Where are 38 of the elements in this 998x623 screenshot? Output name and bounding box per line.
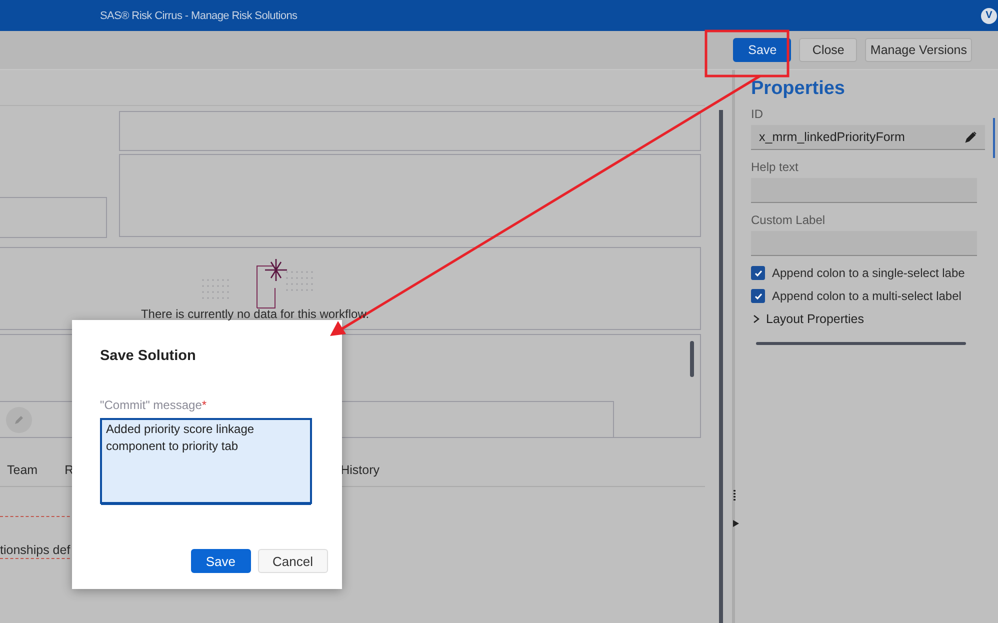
field-label: Custom Label bbox=[751, 213, 826, 227]
dialog-title: Save Solution bbox=[100, 348, 197, 364]
save-button[interactable]: Save bbox=[190, 549, 251, 573]
required-mark: * bbox=[202, 398, 207, 412]
scrollbar-thumb[interactable] bbox=[690, 341, 694, 377]
toolbar-button[interactable]: Manage Versions bbox=[865, 38, 972, 62]
edit-button[interactable] bbox=[6, 406, 32, 432]
expand-arrow-icon[interactable] bbox=[733, 520, 739, 527]
toolbar-button[interactable]: Close bbox=[799, 38, 858, 62]
commit-message-field[interactable]: Added priority score linkage component to priority tab bbox=[100, 418, 312, 504]
scrollbar[interactable] bbox=[993, 118, 995, 158]
tab[interactable]: History bbox=[340, 463, 380, 477]
checkbox[interactable] bbox=[751, 289, 765, 303]
text-field[interactable] bbox=[751, 231, 977, 256]
properties-heading: Properties bbox=[751, 78, 846, 100]
window-title: SAS® Risk Cirrus - Manage Risk Solutions bbox=[100, 10, 298, 22]
field-label: ID bbox=[751, 107, 764, 121]
save-button[interactable]: Save bbox=[733, 38, 792, 62]
scrollbar[interactable] bbox=[719, 110, 723, 623]
chevron-icon bbox=[753, 315, 760, 323]
check-icon bbox=[754, 292, 762, 300]
layout-properties-toggle[interactable]: Layout Properties bbox=[753, 312, 864, 326]
pencil-icon[interactable] bbox=[965, 131, 977, 143]
checkbox[interactable] bbox=[751, 266, 765, 280]
drag-handle-icon[interactable] bbox=[733, 490, 736, 502]
pencil-icon bbox=[13, 414, 25, 426]
tab[interactable]: Team bbox=[7, 463, 38, 477]
field-label: Help text bbox=[751, 160, 800, 174]
cancel-button[interactable]: Cancel bbox=[258, 549, 328, 573]
field-label: "Commit" message* bbox=[100, 398, 208, 412]
user-avatar[interactable]: V bbox=[981, 8, 997, 24]
text-field[interactable] bbox=[751, 178, 977, 203]
checkbox-label: Append colon to a multi-select label bbox=[772, 289, 962, 303]
checkbox-label: Append colon to a single-select labe bbox=[772, 266, 965, 280]
scrollbar[interactable] bbox=[756, 342, 966, 345]
relationships-text: tionships def bbox=[0, 543, 72, 557]
id-field[interactable]: x_mrm_linkedPriorityForm bbox=[751, 125, 985, 150]
check-icon bbox=[754, 268, 762, 278]
